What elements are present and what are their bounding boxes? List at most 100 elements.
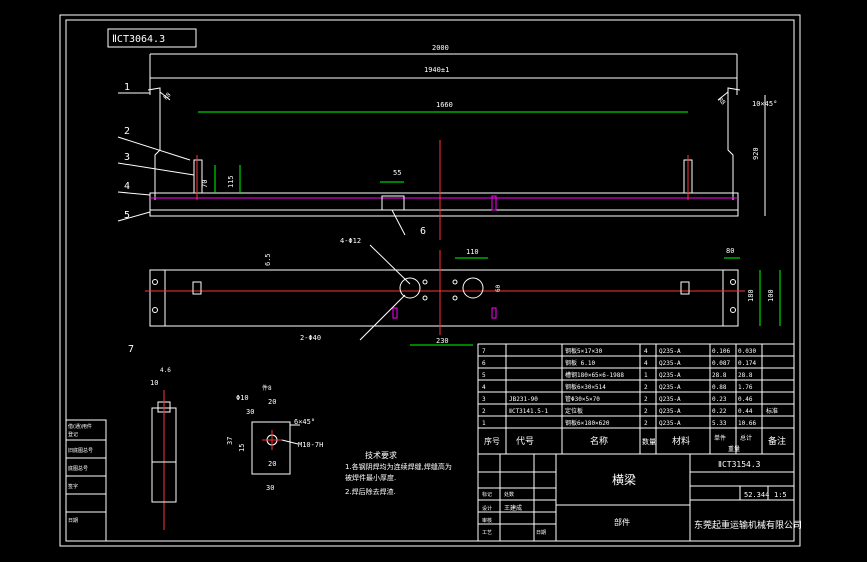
bom-h-material: 材料 bbox=[672, 435, 690, 447]
tb-label-mark: 标记 bbox=[482, 491, 492, 498]
bom-cell-unit: 0.106 bbox=[712, 348, 730, 355]
front-view: 2000 1940±1 1660 R8 R8 55 70 115 920 10×… bbox=[117, 44, 777, 240]
balloon-1[interactable]: 1 bbox=[124, 82, 130, 93]
bom-cell-name: 钢板6×180×620 bbox=[565, 419, 610, 427]
bom-cell-name: 管Φ30×5×70 bbox=[565, 395, 600, 403]
side-r3: 旧底图总号 bbox=[68, 447, 93, 454]
balloon-4[interactable]: 4 bbox=[124, 181, 130, 192]
dim-chamfer: 10×45° bbox=[752, 100, 777, 108]
bom-cell-no: 1 bbox=[482, 420, 486, 427]
bom-table: 序号 代号 名称 数量 材料 单件 总计 重量 备注 7 钢板5×17×30 4 Q2… bbox=[477, 343, 795, 455]
bom-cell-code: JB231-90 bbox=[509, 396, 538, 403]
notes-title: 技术要求 bbox=[365, 450, 397, 460]
bom-cell-qty: 2 bbox=[644, 408, 648, 415]
tb-weight: 52.344 bbox=[744, 491, 769, 499]
balloon-7[interactable]: 7 bbox=[128, 344, 134, 355]
dim-100: 100 bbox=[767, 289, 775, 302]
dim-hole-b: 2-Φ40 bbox=[300, 334, 321, 342]
side-block: 借(通)用件 登记 旧底图总号 底图总号 签字 日期 bbox=[65, 419, 107, 542]
dim-height: 920 bbox=[752, 147, 760, 160]
bom-cell-name: 钢板5×17×30 bbox=[565, 347, 603, 355]
bom-cell-material: Q235-A bbox=[659, 360, 681, 367]
tb-company: 东莞起重运输机械有限公司 bbox=[694, 519, 802, 531]
side-r4: 底图总号 bbox=[68, 465, 88, 472]
svg-text:R8: R8 bbox=[717, 96, 727, 106]
balloon-3[interactable]: 3 bbox=[124, 152, 130, 163]
side-r5: 签字 bbox=[68, 483, 78, 490]
bom-cell-material: Q235-A bbox=[659, 396, 681, 403]
notes-line3: 2.焊后除去焊渣. bbox=[345, 487, 396, 496]
detail-block: 件8 Φ10 20 30 37 15 30 20 6×45° M10-7H bbox=[226, 384, 323, 492]
tb-label-check: 审核 bbox=[482, 517, 492, 524]
dim-inner: 1940±1 bbox=[424, 66, 449, 74]
bom-cell-qty: 2 bbox=[644, 420, 648, 427]
dim-span: 1660 bbox=[436, 101, 453, 109]
dim-70: 70 bbox=[201, 180, 209, 188]
drawing-canvas[interactable]: ⅡCT3064.3 2000 1940±1 1660 R8 R8 55 70 1… bbox=[0, 0, 867, 562]
title-block: 横梁 ⅡCT3154.3 52.344 1:5 东莞起重运输机械有限公司 部件 … bbox=[477, 453, 802, 542]
det7-top: 10 bbox=[150, 379, 158, 387]
notes-line2: 被焊件最小厚度. bbox=[345, 473, 396, 482]
bom-cell-material: Q235-A bbox=[659, 372, 681, 379]
det-top-label: 件8 bbox=[262, 384, 272, 392]
balloon-5[interactable]: 5 bbox=[124, 210, 130, 221]
bom-cell-no: 4 bbox=[482, 384, 486, 391]
bom-cell-code: ⅡCT3141.5-1 bbox=[509, 408, 548, 415]
tb-kind: 部件 bbox=[614, 517, 630, 527]
bom-cell-no: 6 bbox=[482, 360, 486, 367]
dim-60: 60 bbox=[495, 284, 502, 292]
notes-line1: 1.各钢阴焊均为连续焊缝,焊缝高为 bbox=[345, 462, 452, 471]
bom-cell-material: Q235-A bbox=[659, 384, 681, 391]
side-r6: 日期 bbox=[68, 518, 78, 524]
det-w30: 30 bbox=[246, 408, 254, 416]
bom-cell-note: 标准 bbox=[766, 407, 778, 415]
bom-h-code: 代号 bbox=[516, 436, 534, 447]
side-r1: 借(通)用件 bbox=[68, 423, 92, 430]
dim-6-5: 6.5 bbox=[264, 253, 272, 266]
bom-cell-name: 定位板 bbox=[565, 407, 583, 415]
tb-label-date: 日期 bbox=[536, 530, 546, 536]
bom-h-no: 序号 bbox=[484, 436, 500, 446]
bom-cell-name: 钢板 6.10 bbox=[565, 359, 595, 367]
dim-55: 55 bbox=[393, 169, 401, 177]
bom-h-note: 备注 bbox=[768, 435, 786, 447]
det-h37: 37 bbox=[226, 437, 234, 445]
plan-view: 110 230 60 80 180 100 6.5 4-Φ12 2-Φ40 bbox=[145, 237, 781, 346]
bom-cell-no: 5 bbox=[482, 372, 486, 379]
bom-cell-total: 0.46 bbox=[738, 396, 753, 403]
balloon-6[interactable]: 6 bbox=[420, 226, 426, 237]
tb-label-count: 处数 bbox=[504, 491, 514, 498]
bom-cell-material: Q235-A bbox=[659, 420, 681, 427]
svg-text:R8: R8 bbox=[162, 91, 172, 101]
bom-cell-qty: 4 bbox=[644, 348, 648, 355]
bom-cell-no: 7 bbox=[482, 348, 486, 355]
tb-designer: 王建成 bbox=[504, 504, 522, 512]
dim-overall: 2000 bbox=[432, 44, 449, 52]
bom-h-weight: 重量 bbox=[728, 445, 740, 453]
tb-drawing-no: ⅡCT3154.3 bbox=[718, 460, 761, 469]
bom-cell-name: 钢板6×30×514 bbox=[565, 383, 606, 391]
cad-viewport[interactable]: ⅡCT3064.3 2000 1940±1 1660 R8 R8 55 70 1… bbox=[0, 0, 867, 562]
bom-h-name: 名称 bbox=[590, 435, 608, 447]
detail-7: 7 4.6 10 bbox=[128, 344, 177, 530]
bom-cell-unit: 0.087 bbox=[712, 360, 730, 367]
bom-cell-qty: 4 bbox=[644, 360, 648, 367]
bom-h-unit: 单件 bbox=[714, 434, 726, 442]
det-thread: M10-7H bbox=[298, 441, 323, 449]
det7-w: 4.6 bbox=[160, 367, 171, 374]
det-h15: 15 bbox=[238, 444, 246, 452]
bom-cell-total: 0.44 bbox=[738, 408, 753, 415]
bom-cell-material: Q235-A bbox=[659, 348, 681, 355]
balloon-2[interactable]: 2 bbox=[124, 126, 130, 137]
bom-cell-qty: 2 bbox=[644, 396, 648, 403]
det-w20: 20 bbox=[268, 398, 276, 406]
stamp-text: ⅡCT3064.3 bbox=[112, 34, 165, 45]
bom-cell-unit: 0.88 bbox=[712, 384, 727, 391]
bom-cell-total: 1.76 bbox=[738, 384, 753, 391]
bom-cell-unit: 0.23 bbox=[712, 396, 727, 403]
bom-cell-no: 3 bbox=[482, 396, 486, 403]
tb-label-design: 设计 bbox=[482, 505, 492, 512]
dim-115: 115 bbox=[227, 175, 235, 188]
bom-cell-total: 10.66 bbox=[738, 420, 756, 427]
tb-scale: 1:5 bbox=[774, 491, 787, 499]
